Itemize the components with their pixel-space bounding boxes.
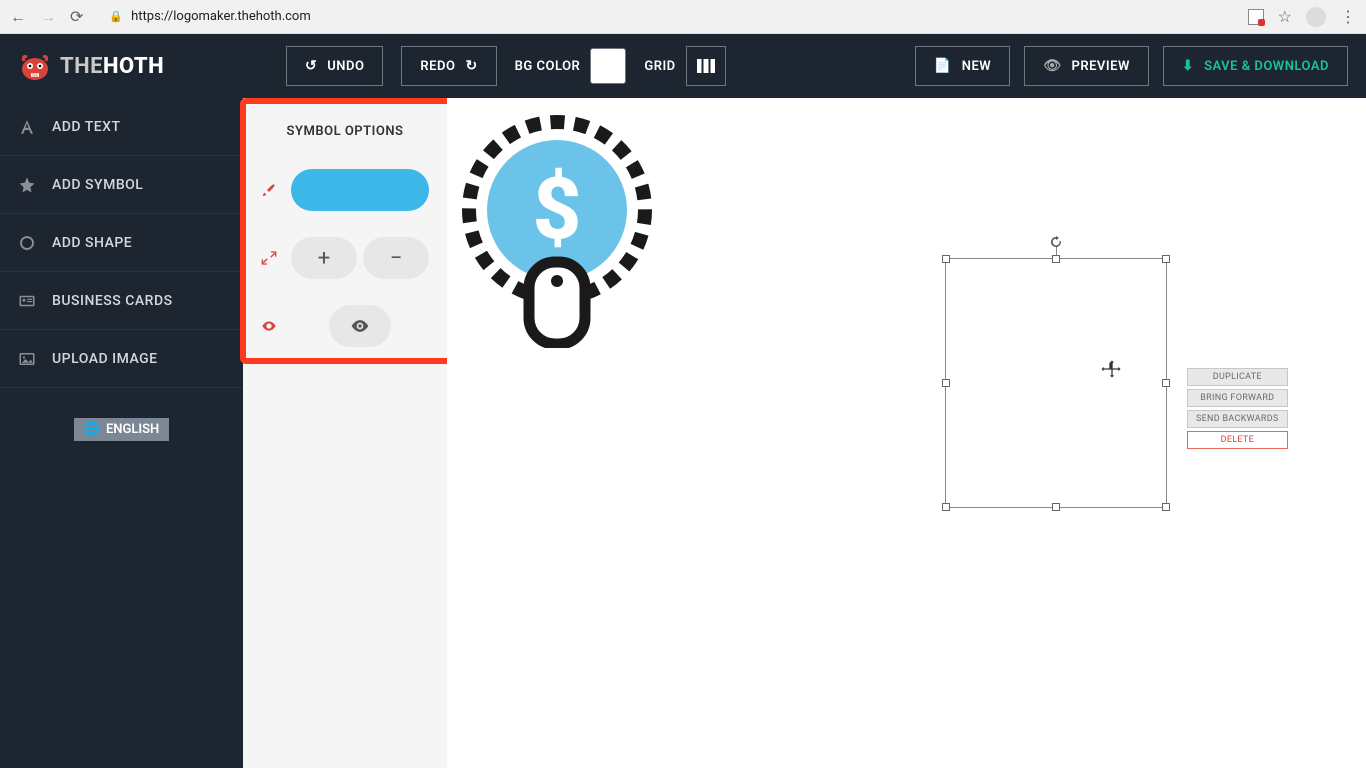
new-button[interactable]: 📄 NEW (915, 46, 1010, 86)
eye-red-icon (261, 318, 277, 334)
app-topbar: THEHOTH ↺ UNDO REDO ↻ BG COLOR GRID 📄 NE… (0, 34, 1366, 98)
nav-business-cards[interactable]: BUSINESS CARDS (0, 272, 243, 330)
preview-button[interactable]: 👁 PREVIEW (1024, 46, 1149, 86)
plus-label: + (318, 246, 330, 271)
browser-back-icon[interactable]: ← (10, 7, 26, 27)
visibility-toggle-button[interactable] (329, 305, 391, 347)
grid-control: GRID (644, 46, 725, 86)
nav-upload-image[interactable]: UPLOAD IMAGE (0, 330, 243, 388)
bg-color-control: BG COLOR (515, 48, 627, 84)
eye-icon: 👁 (1043, 58, 1061, 74)
new-label: NEW (962, 59, 991, 74)
minus-label: − (390, 246, 403, 271)
redo-icon: ↻ (465, 58, 477, 74)
app-body: ADD TEXT ADD SYMBOL ADD SHAPE BUSINESS C… (0, 98, 1366, 768)
brand-the: THE (60, 54, 103, 79)
brand-name: THEHOTH (60, 54, 164, 79)
resize-handle-bl[interactable] (942, 503, 950, 511)
ctx-send-backwards-button[interactable]: SEND BACKWARDS (1187, 410, 1288, 428)
nav-item-label: BUSINESS CARDS (52, 293, 173, 309)
bg-color-swatch[interactable] (590, 48, 626, 84)
grid-icon (697, 59, 715, 73)
brand-logo[interactable]: THEHOTH (18, 49, 228, 83)
globe-icon: 🌐 (84, 422, 100, 437)
resize-handle-tl[interactable] (942, 255, 950, 263)
id-card-icon (18, 292, 36, 310)
resize-handle-tm[interactable] (1052, 255, 1060, 263)
context-menu: DUPLICATE BRING FORWARD SEND BACKWARDS D… (1187, 368, 1288, 449)
language-selector[interactable]: 🌐 ENGLISH (74, 418, 169, 441)
browser-menu-icon[interactable]: ⋮ (1340, 7, 1356, 26)
size-decrease-button[interactable]: − (363, 237, 429, 279)
undo-icon: ↺ (305, 58, 317, 74)
ctx-bring-forward-button[interactable]: BRING FORWARD (1187, 389, 1288, 407)
language-label: ENGLISH (106, 422, 159, 437)
undo-button[interactable]: ↺ UNDO (286, 46, 383, 86)
save-download-button[interactable]: ⬇ SAVE & DOWNLOAD (1163, 46, 1348, 86)
undo-label: UNDO (327, 59, 364, 74)
lock-icon: 🔒 (109, 10, 123, 23)
redo-label: REDO (420, 59, 455, 74)
nav-item-label: ADD TEXT (52, 119, 121, 135)
browser-forward-icon[interactable]: → (40, 7, 56, 27)
selection-bounding-box[interactable] (945, 258, 1167, 508)
symbol-color-swatch[interactable] (291, 169, 429, 211)
save-download-label: SAVE & DOWNLOAD (1204, 59, 1329, 74)
browser-right-controls: ☆ ⋮ (1248, 7, 1356, 27)
brand-hoth: HOTH (103, 54, 164, 79)
grid-toggle-button[interactable] (686, 46, 726, 86)
download-icon: ⬇ (1182, 58, 1194, 74)
brush-icon (261, 182, 277, 198)
profile-avatar-icon[interactable] (1306, 7, 1326, 27)
option-size-row: + − (261, 237, 429, 279)
preview-label: PREVIEW (1072, 59, 1130, 74)
nav-add-text[interactable]: ADD TEXT (0, 98, 243, 156)
size-increase-button[interactable]: + (291, 237, 357, 279)
resize-handle-bm[interactable] (1052, 503, 1060, 511)
star-icon (18, 176, 36, 194)
brand-mascot-icon (18, 49, 52, 83)
left-nav: ADD TEXT ADD SYMBOL ADD SHAPE BUSINESS C… (0, 98, 243, 768)
nav-item-label: UPLOAD IMAGE (52, 351, 158, 367)
redo-button[interactable]: REDO ↻ (401, 46, 496, 86)
nav-add-symbol[interactable]: ADD SYMBOL (0, 156, 243, 214)
options-title: SYMBOL OPTIONS (261, 124, 429, 139)
nav-item-label: ADD SHAPE (52, 235, 132, 251)
nav-add-shape[interactable]: ADD SHAPE (0, 214, 243, 272)
option-color-row (261, 169, 429, 211)
canvas[interactable]: $ DUPLICATE BRING FORWARD S (447, 98, 1366, 768)
options-panel: SYMBOL OPTIONS + − (243, 98, 447, 768)
ctx-delete-button[interactable]: DELETE (1187, 431, 1288, 449)
svg-text:$: $ (532, 159, 581, 259)
browser-url: https://logomaker.thehoth.com (131, 9, 311, 24)
resize-icon (261, 250, 277, 266)
option-visibility-row (261, 305, 429, 347)
bg-color-label: BG COLOR (515, 59, 581, 74)
bookmark-star-icon[interactable]: ☆ (1278, 7, 1292, 26)
eye-icon (350, 319, 370, 333)
document-icon: 📄 (934, 58, 952, 74)
grid-label: GRID (644, 59, 675, 74)
circle-icon (18, 234, 36, 252)
resize-handle-tr[interactable] (1162, 255, 1170, 263)
browser-reload-icon[interactable]: ⟳ (70, 7, 83, 26)
resize-handle-br[interactable] (1162, 503, 1170, 511)
browser-nav-buttons: ← → ⟳ (10, 7, 83, 27)
rotation-handle[interactable] (1051, 237, 1061, 247)
selected-symbol-graphic[interactable]: $ (457, 100, 657, 348)
browser-chrome: ← → ⟳ 🔒 https://logomaker.thehoth.com ☆ … (0, 0, 1366, 34)
extension-icon[interactable] (1248, 9, 1264, 25)
nav-item-label: ADD SYMBOL (52, 177, 143, 193)
resize-handle-ml[interactable] (942, 379, 950, 387)
image-icon (18, 350, 36, 368)
resize-handle-mr[interactable] (1162, 379, 1170, 387)
browser-address-bar[interactable]: 🔒 https://logomaker.thehoth.com (97, 4, 1233, 30)
text-a-icon (18, 118, 36, 136)
ctx-duplicate-button[interactable]: DUPLICATE (1187, 368, 1288, 386)
